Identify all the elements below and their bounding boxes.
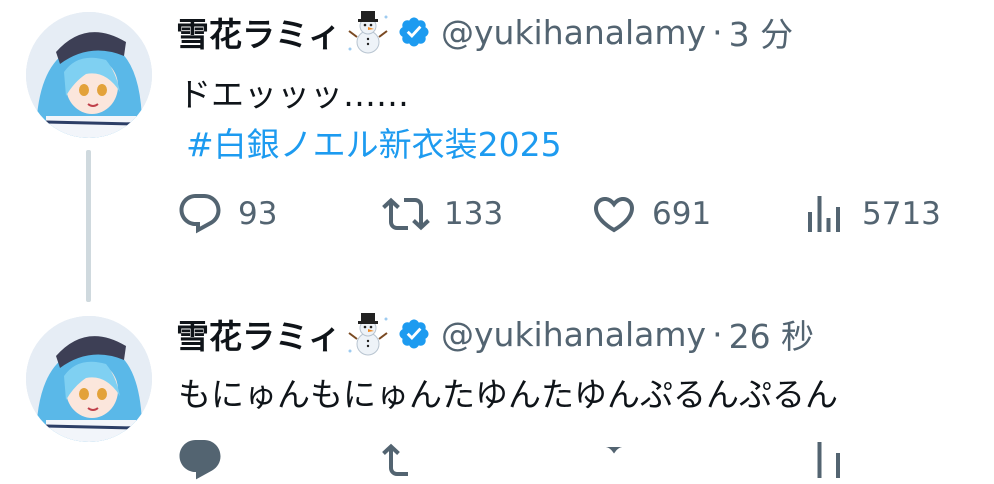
reply-count: 93 [238, 196, 278, 232]
tweet-text: ドエッッッ…… [178, 75, 409, 114]
views-button[interactable] [800, 436, 848, 484]
avatar[interactable] [26, 12, 152, 138]
tweet-header: 雪花ラミィ @yukihanalamy · 3 分 [176, 10, 793, 54]
snowman-emoji [345, 311, 391, 357]
like-button[interactable]: 691 [590, 190, 711, 238]
retweet-icon [382, 197, 430, 231]
thread-line [86, 150, 91, 302]
tweet-text: もにゅんもにゅんたゆんたゆんぷるんぷるん [178, 375, 838, 414]
retweet-count: 133 [444, 196, 504, 232]
author-handle[interactable]: @yukihanalamy [441, 13, 706, 52]
retweet-button[interactable] [382, 436, 430, 484]
reply-icon [179, 194, 221, 234]
reply-icon [179, 440, 221, 480]
tweet[interactable]: 雪花ラミィ @yukihanalamy · 3 分 ドエッッッ…… #白銀ノエル… [0, 0, 994, 302]
views-button[interactable]: 5713 [800, 190, 941, 238]
views-icon [808, 196, 840, 232]
like-icon [604, 446, 624, 454]
snowman-emoji [345, 9, 391, 55]
tweet-timestamp[interactable]: 3 分 [729, 8, 794, 56]
tweet-actions [176, 436, 956, 484]
reply-button[interactable] [176, 436, 224, 484]
author-name[interactable]: 雪花ラミィ [176, 8, 341, 56]
like-button[interactable] [590, 436, 638, 484]
tweet-actions: 93 133 691 5713 [176, 190, 956, 238]
separator-dot: · [712, 314, 723, 354]
views-icon [817, 442, 840, 478]
reply-button[interactable]: 93 [176, 190, 277, 238]
separator-dot: · [712, 12, 723, 52]
author-handle[interactable]: @yukihanalamy [441, 315, 706, 354]
hashtag-link[interactable]: #白銀ノエル新衣装2025 [186, 118, 562, 166]
verified-badge-icon [397, 317, 431, 351]
like-count: 691 [652, 196, 712, 232]
retweet-icon [382, 443, 408, 476]
retweet-button[interactable]: 133 [382, 190, 503, 238]
author-name[interactable]: 雪花ラミィ [176, 310, 341, 358]
views-count: 5713 [862, 196, 941, 232]
tweet-header: 雪花ラミィ @yukihanalamy · 26 秒 [176, 312, 814, 356]
verified-badge-icon [397, 15, 431, 49]
tweet-timestamp[interactable]: 26 秒 [729, 310, 814, 358]
like-icon [593, 197, 635, 233]
avatar[interactable] [26, 316, 152, 442]
